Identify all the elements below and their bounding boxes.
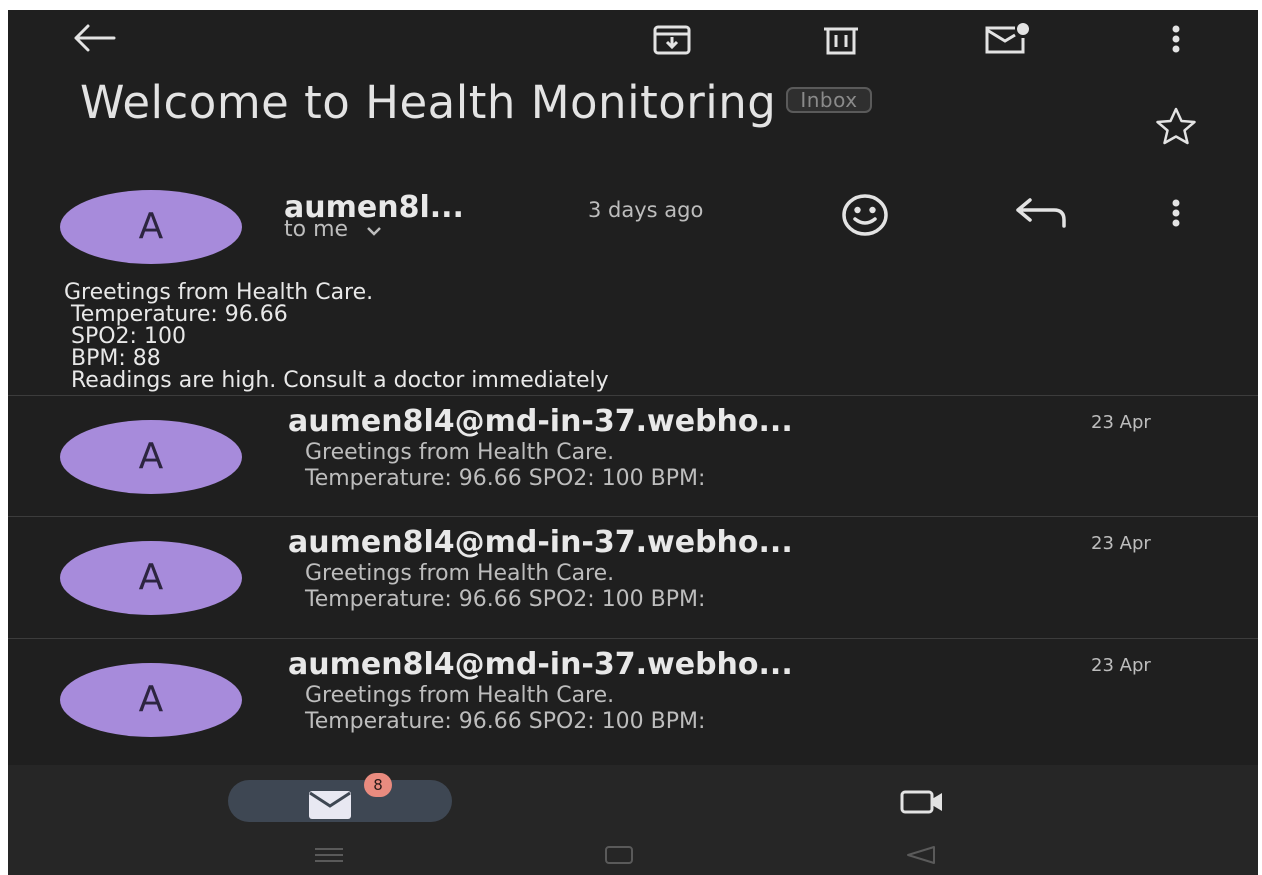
home-icon[interactable] — [604, 845, 634, 865]
thread-message-row[interactable]: A aumen8l4@md-in-37.webho... 23 Apr Gree… — [8, 639, 1258, 757]
message-snippet: Temperature: 96.66 SPO2: 100 BPM: — [305, 709, 706, 734]
sender-avatar[interactable]: A — [60, 190, 242, 264]
system-navigation-bar — [8, 835, 1258, 875]
back-nav-icon[interactable] — [906, 845, 936, 865]
message-snippet: Greetings from Health Care. — [305, 440, 615, 465]
message-snippet: Temperature: 96.66 SPO2: 100 BPM: — [305, 466, 706, 491]
message-sender: aumen8l4@md-in-37.webho... — [288, 525, 793, 560]
message-avatar: A — [60, 420, 242, 494]
message-more-icon[interactable] — [1170, 198, 1182, 228]
message-snippet: Greetings from Health Care. — [305, 683, 615, 708]
more-vert-icon[interactable] — [1170, 24, 1182, 54]
recipient-text: to me — [284, 217, 349, 242]
message-avatar: A — [60, 541, 242, 615]
thread-message-row[interactable]: A aumen8l4@md-in-37.webho... 23 Apr Gree… — [8, 517, 1258, 635]
message-date: 23 Apr — [1091, 412, 1151, 433]
message-date: 23 Apr — [1091, 533, 1151, 554]
chevron-down-icon — [365, 218, 383, 243]
body-line: BPM: 88 — [64, 346, 161, 371]
sender-timestamp: 3 days ago — [588, 198, 704, 222]
delete-icon[interactable] — [821, 24, 861, 56]
video-icon[interactable] — [900, 789, 946, 815]
add-reaction-icon[interactable] — [840, 193, 890, 237]
archive-icon[interactable] — [652, 24, 692, 56]
mark-unread-icon[interactable] — [983, 22, 1031, 56]
message-sender: aumen8l4@md-in-37.webho... — [288, 647, 793, 682]
message-avatar: A — [60, 663, 242, 737]
star-icon[interactable] — [1154, 106, 1198, 146]
message-sender: aumen8l4@md-in-37.webho... — [288, 404, 793, 439]
email-subject: Welcome to Health Monitoring Inbox — [80, 80, 1130, 126]
bottom-navigation: 8 — [8, 765, 1258, 835]
email-body: Greetings from Health Care. Temperature:… — [64, 282, 1214, 392]
inbox-label-chip[interactable]: Inbox — [786, 87, 872, 113]
unread-count-badge: 8 — [364, 773, 392, 797]
mail-icon — [308, 790, 352, 820]
reply-icon[interactable] — [1014, 196, 1070, 228]
menu-icon[interactable] — [314, 847, 344, 863]
message-snippet: Temperature: 96.66 SPO2: 100 BPM: — [305, 587, 706, 612]
body-line: Temperature: 96.66 — [64, 302, 288, 327]
gmail-screen: Welcome to Health Monitoring Inbox A aume… — [8, 10, 1258, 875]
back-arrow-icon[interactable] — [70, 22, 118, 54]
recipient-toggle[interactable]: to me — [284, 217, 383, 243]
subject-text: Welcome to Health Monitoring — [80, 76, 777, 129]
message-snippet: Greetings from Health Care. — [305, 561, 615, 586]
top-toolbar — [8, 10, 1258, 70]
message-date: 23 Apr — [1091, 655, 1151, 676]
body-line: Readings are high. Consult a doctor imme… — [64, 368, 609, 393]
thread-message-row[interactable]: A aumen8l4@md-in-37.webho... 23 Apr Gree… — [8, 396, 1258, 514]
body-line: Greetings from Health Care. — [64, 280, 374, 305]
body-line: SPO2: 100 — [64, 324, 186, 349]
